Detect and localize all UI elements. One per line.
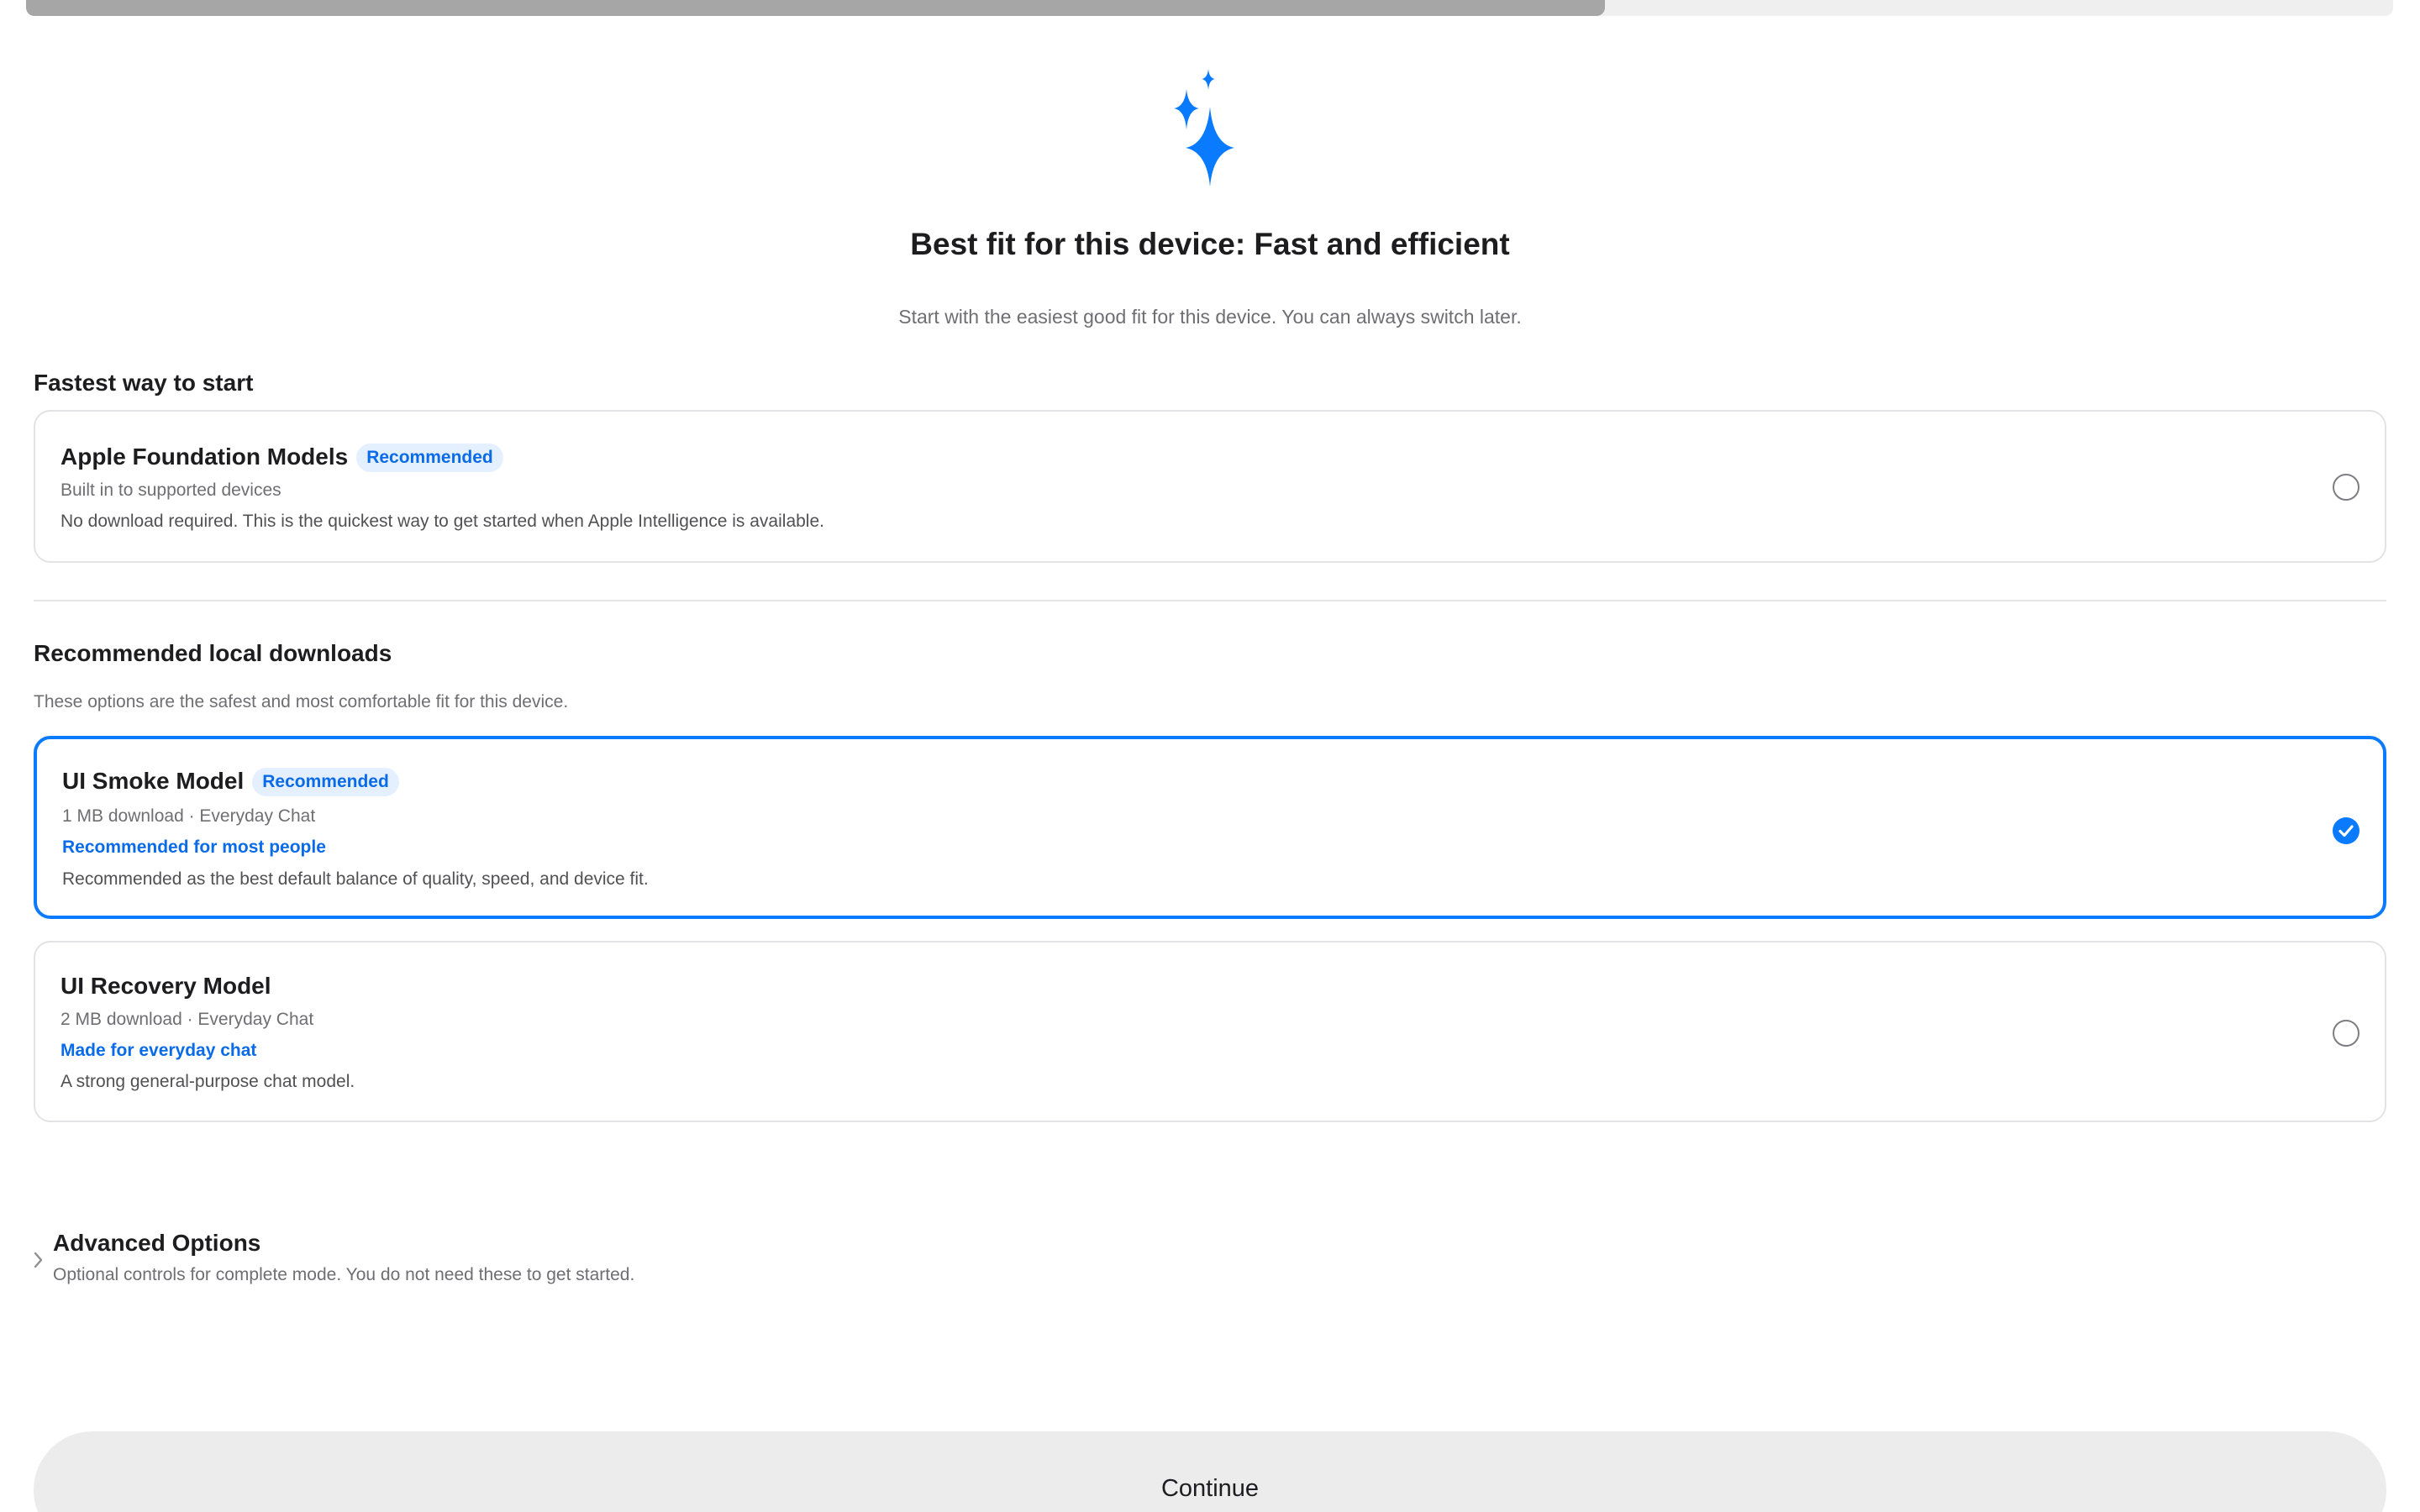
advanced-options-disclosure[interactable]: Advanced Options Optional controls for c… [30, 1221, 786, 1297]
page-subtitle: Start with the easiest good fit for this… [898, 306, 1522, 328]
model-tag: Made for everyday chat [60, 1041, 257, 1060]
setup-progress-bar [26, 0, 2393, 16]
model-card-ui-smoke[interactable]: UI Smoke Model Recommended 1 MB download … [34, 736, 2386, 919]
checkmark-icon [2338, 825, 2354, 837]
radio-button[interactable] [2333, 1020, 2360, 1047]
radio-button[interactable] [2333, 474, 2360, 501]
radio-button-checked[interactable] [2333, 817, 2360, 844]
model-name-row: Apple Foundation Models Recommended [60, 444, 503, 472]
model-name: UI Recovery Model [60, 973, 271, 999]
model-name-row: UI Smoke Model Recommended [62, 768, 399, 796]
advanced-options-title: Advanced Options [53, 1230, 261, 1256]
section-description-downloads: These options are the safest and most co… [34, 692, 569, 711]
page-title: Best fit for this device: Fast and effic… [910, 227, 1510, 261]
recommended-badge: Recommended [356, 444, 503, 472]
section-title-downloads: Recommended local downloads [34, 640, 392, 666]
model-description: Recommended as the best default balance … [62, 869, 649, 889]
continue-button-label: Continue [1160, 1475, 1260, 1502]
section-divider [34, 600, 2386, 601]
continue-button[interactable]: Continue [34, 1431, 2386, 1512]
setup-progress-fill [26, 0, 1605, 16]
model-meta: 2 MB download · Everyday Chat [60, 1010, 314, 1029]
section-title-fastest: Fastest way to start [34, 370, 254, 396]
recommended-badge: Recommended [252, 768, 399, 796]
model-description: A strong general-purpose chat model. [60, 1072, 355, 1091]
model-meta: Built in to supported devices [60, 480, 281, 500]
model-card-apple-foundation[interactable]: Apple Foundation Models Recommended Built… [34, 410, 2386, 563]
model-name: UI Smoke Model [62, 768, 245, 794]
model-meta: 1 MB download · Everyday Chat [62, 806, 316, 826]
sparkles-icon [1164, 69, 1256, 186]
model-name: Apple Foundation Models [60, 444, 349, 470]
model-description: No download required. This is the quicke… [60, 512, 824, 531]
model-card-ui-recovery[interactable]: UI Recovery Model 2 MB download · Everyd… [34, 941, 2386, 1122]
chevron-right-icon[interactable] [30, 1248, 47, 1272]
model-tag: Recommended for most people [62, 837, 326, 857]
advanced-options-description: Optional controls for complete mode. You… [53, 1265, 635, 1284]
